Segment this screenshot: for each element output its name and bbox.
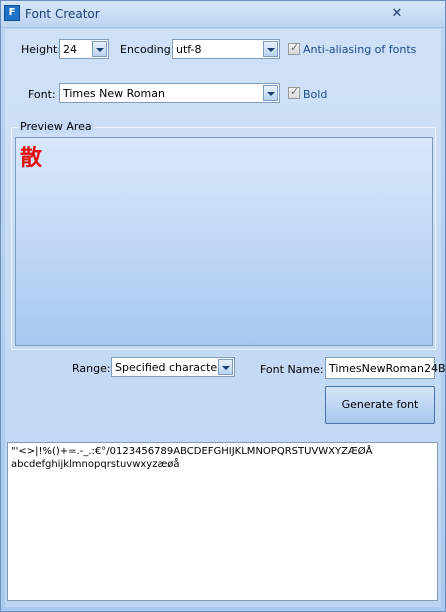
- chevron-down-icon[interactable]: [218, 359, 233, 375]
- encoding-label: Encoding:: [120, 43, 175, 56]
- preview-group: Preview Area 散: [11, 120, 436, 350]
- characters-textarea[interactable]: "'<>|!%()+=.-_.:€°/0123456789ABCDEFGHIJK…: [7, 442, 438, 601]
- app-icon: F: [4, 5, 20, 21]
- bold-label[interactable]: Bold: [303, 88, 327, 101]
- window-title: Font Creator: [25, 7, 100, 21]
- chevron-down-icon[interactable]: [263, 41, 278, 57]
- generate-font-button[interactable]: Generate font: [325, 386, 435, 424]
- characters-line-2: abcdefghijklmnopqrstuvwxyzæøå: [11, 459, 180, 470]
- chevron-down-icon[interactable]: [263, 85, 278, 101]
- range-label: Range:: [72, 362, 111, 375]
- font-name-label: Font Name:: [260, 363, 324, 376]
- height-label: Height:: [21, 43, 62, 56]
- font-label: Font:: [28, 88, 56, 101]
- height-value: 24: [63, 43, 77, 56]
- font-value: Times New Roman: [63, 87, 165, 100]
- font-dropdown[interactable]: Times New Roman: [59, 83, 280, 103]
- antialias-label[interactable]: Anti-aliasing of fonts: [303, 43, 416, 56]
- height-dropdown[interactable]: 24: [59, 39, 109, 59]
- encoding-dropdown[interactable]: utf-8: [172, 39, 280, 59]
- client-area: Height: 24 Encoding: utf-8 Anti-aliasing…: [5, 29, 446, 607]
- chevron-down-icon[interactable]: [92, 41, 107, 57]
- antialias-checkbox[interactable]: [288, 41, 300, 55]
- title-bar[interactable]: F Font Creator ✕: [1, 1, 445, 28]
- font-creator-window: F Font Creator ✕ Height: 24 Encoding: ut…: [0, 0, 446, 612]
- font-name-value: TimesNewRoman24B: [329, 362, 446, 375]
- close-button[interactable]: ✕: [386, 5, 408, 23]
- characters-line-1: "'<>|!%()+=.-_.:€°/0123456789ABCDEFGHIJK…: [11, 446, 373, 457]
- encoding-value: utf-8: [176, 43, 202, 56]
- preview-group-title: Preview Area: [18, 120, 94, 133]
- font-name-input[interactable]: TimesNewRoman24B: [325, 357, 446, 379]
- range-value: Specified character: [115, 361, 222, 374]
- preview-glyph: 散: [20, 145, 43, 171]
- range-dropdown[interactable]: Specified character: [111, 357, 235, 377]
- bold-checkbox[interactable]: [288, 85, 300, 99]
- preview-area: 散: [15, 137, 433, 346]
